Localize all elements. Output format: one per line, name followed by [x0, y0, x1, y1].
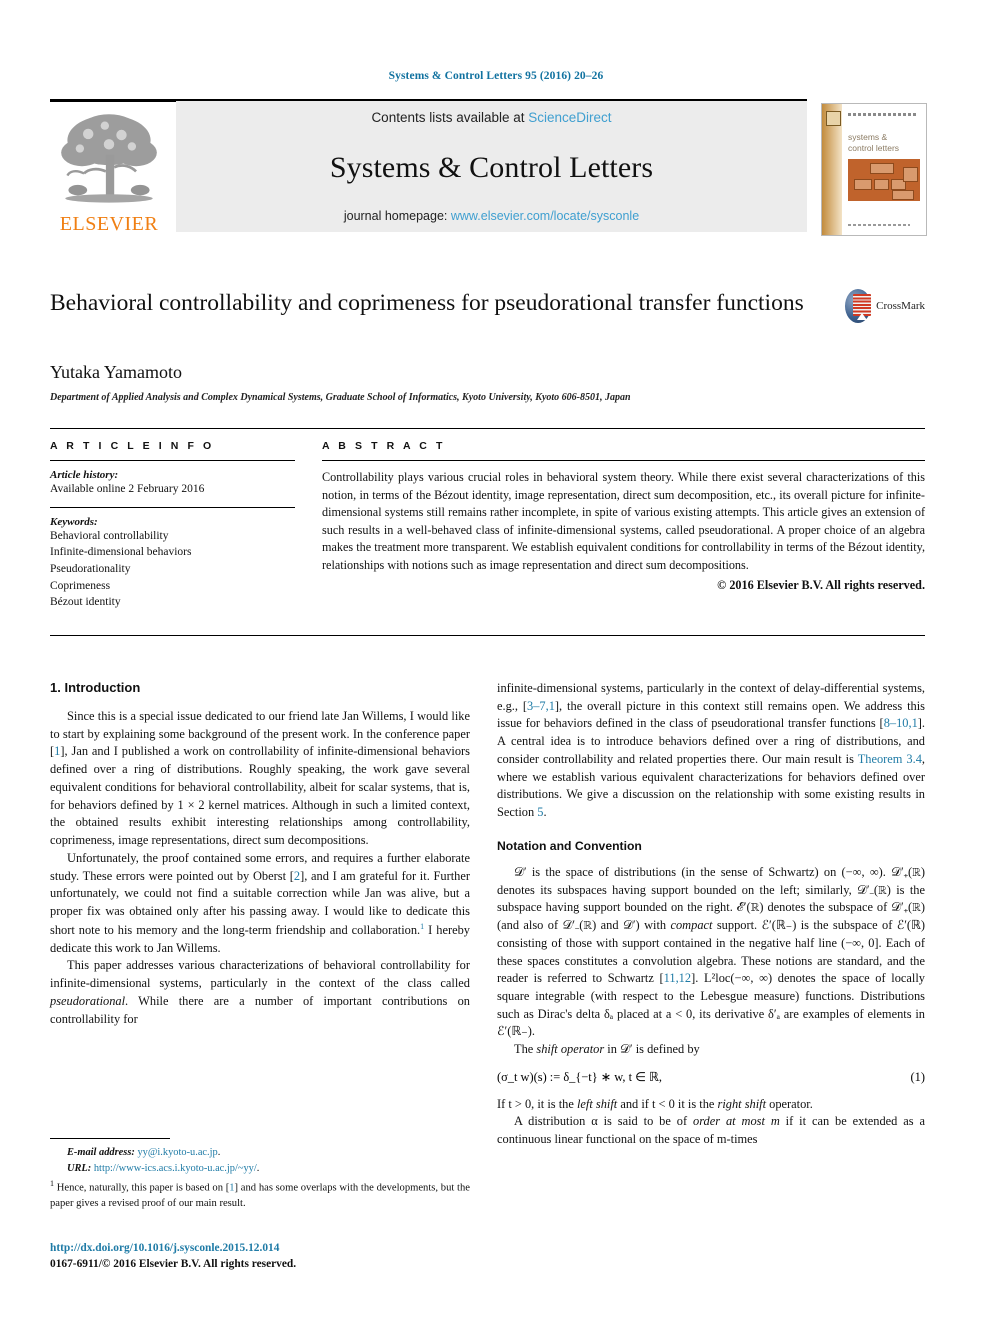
footnote-block: E-mail address: yy@i.kyoto-u.ac.jp. URL:… — [50, 1145, 470, 1211]
page-title: Behavioral controllability and coprimene… — [50, 290, 804, 316]
body-column-right: infinite-dimensional systems, particular… — [497, 680, 925, 1149]
doi-link[interactable]: http://dx.doi.org/10.1016/j.sysconle.201… — [50, 1242, 279, 1254]
citation-ref[interactable]: 8–10,1 — [884, 716, 918, 730]
paragraph-intro-2: Unfortunately, the proof contained some … — [50, 850, 470, 958]
keyword-item: Pseudorationality — [50, 563, 131, 576]
footnote-1: 1 Hence, naturally, this paper is based … — [50, 1178, 470, 1211]
article-history-label: Article history: — [50, 469, 119, 482]
n3-text-c: operator. — [766, 1096, 813, 1111]
equation-1-number: (1) — [910, 1069, 925, 1084]
cover-bottom-rule — [848, 224, 910, 226]
paragraph-notation-4: A distribution α is said to be of order … — [497, 1113, 925, 1148]
url-tail: . — [256, 1162, 260, 1174]
url-link[interactable]: http://www-ics.acs.i.kyoto-u.ac.jp/~yy/ — [94, 1163, 257, 1174]
running-head: Systems & Control Letters 95 (2016) 20–2… — [388, 70, 604, 82]
sciencedirect-link[interactable]: ScienceDirect — [528, 110, 611, 125]
n3-emphasis-2: right shift — [717, 1096, 767, 1111]
footnote-rule — [50, 1138, 170, 1140]
url-label: URL: — [67, 1162, 92, 1174]
n1-emphasis: compact — [670, 918, 713, 933]
cover-publisher-mark — [826, 111, 841, 126]
keyword-item: Bézout identity — [50, 596, 121, 609]
contents-line: Contents lists available at ScienceDirec… — [371, 110, 611, 125]
n4-text-a: A distribution α is said to be of — [514, 1114, 693, 1129]
paragraph-intro-4: infinite-dimensional systems, particular… — [497, 680, 925, 822]
email-label: E-mail address: — [67, 1147, 135, 1158]
n2-text-b: in 𝒟′ is defined by — [604, 1042, 700, 1057]
info-divider-1 — [50, 460, 295, 462]
abstract-copyright: © 2016 Elsevier B.V. All rights reserved… — [717, 577, 925, 592]
crossmark-badge[interactable]: CrossMark — [845, 286, 925, 326]
keywords-label: Keywords: — [50, 515, 98, 528]
abstract-text: Controllability plays various crucial ro… — [322, 470, 925, 572]
email-line: E-mail address: yy@i.kyoto-u.ac.jp. — [67, 1145, 470, 1161]
elsevier-logo: ELSEVIER — [50, 101, 168, 234]
crossmark-icon — [845, 289, 872, 323]
url-line: URL: http://www-ics.acs.i.kyoto-u.ac.jp/… — [67, 1161, 470, 1177]
paragraph-intro-3: This paper addresses various characteriz… — [50, 957, 470, 1028]
body-column-left: 1. Introduction Since this is a special … — [50, 680, 470, 1028]
article-info-column: A R T I C L E I N F O Article history: A… — [50, 440, 295, 611]
paragraph-intro-1: Since this is a special issue dedicated … — [50, 708, 470, 850]
p4-text-b: ], the overall picture in this context s… — [497, 698, 925, 731]
email-link[interactable]: yy@i.kyoto-u.ac.jp — [137, 1147, 217, 1158]
homepage-line: journal homepage: www.elsevier.com/locat… — [344, 209, 639, 223]
paragraph-notation-2: The shift operator in 𝒟′ is defined by — [497, 1041, 925, 1059]
citation-ref[interactable]: 11,12 — [664, 971, 691, 985]
keyword-item: Infinite-dimensional behaviors — [50, 546, 192, 559]
keyword-item: Behavioral controllability — [50, 529, 169, 542]
email-tail: . — [217, 1147, 221, 1158]
elsevier-tree-icon — [61, 114, 157, 203]
n3-text-b: and if t < 0 it is the — [617, 1096, 718, 1111]
keyword-item: Coprimeness — [50, 579, 111, 592]
n3-emphasis-1: left shift — [576, 1096, 618, 1111]
p3-text-a: This paper addresses various characteriz… — [50, 958, 470, 991]
cover-title: systems & control letters — [848, 132, 900, 153]
crossmark-label: CrossMark — [876, 300, 925, 312]
cover-block-diagram — [848, 159, 920, 201]
n4-emphasis: order at most m — [693, 1114, 780, 1129]
homepage-url-link[interactable]: www.elsevier.com/locate/sysconle — [451, 209, 639, 223]
abstract-divider — [322, 460, 925, 462]
journal-cover-thumbnail: systems & control letters — [821, 103, 927, 236]
abstract-column: A B S T R A C T Controllability plays va… — [322, 440, 925, 593]
footnote-1-text-a: Hence, naturally, this paper is based on… — [54, 1182, 230, 1194]
cover-top-rule — [848, 113, 918, 116]
n3-text-a: If t > 0, it is the — [497, 1096, 577, 1111]
homepage-prefix: journal homepage: — [343, 209, 451, 223]
article-history-value: Available online 2 February 2016 — [50, 483, 205, 496]
equation-1-body: (σ_t w)(s) := δ_{−t} ∗ w, t ∈ ℝ, — [497, 1069, 662, 1084]
p3-emphasis: pseudorational — [50, 993, 126, 1008]
section-heading-introduction: 1. Introduction — [50, 680, 141, 695]
author-affiliation: Department of Applied Analysis and Compl… — [50, 392, 631, 403]
n2-emphasis: shift operator — [536, 1042, 605, 1057]
issn-copyright: 0167-6911/© 2016 Elsevier B.V. All right… — [50, 1258, 297, 1270]
author-name: Yutaka Yamamoto — [50, 362, 182, 382]
p1-text-b: ], Jan and I published a work on control… — [50, 744, 470, 848]
article-info-heading: A R T I C L E I N F O — [50, 440, 215, 452]
abstract-bottom-rule — [50, 635, 925, 637]
paper-page: Systems & Control Letters 95 (2016) 20–2… — [0, 0, 992, 1323]
info-divider-2 — [50, 506, 295, 508]
citation-ref[interactable]: 3–7,1 — [527, 699, 555, 713]
elsevier-wordmark: ELSEVIER — [59, 213, 159, 235]
n2-text-a: The — [514, 1042, 537, 1057]
contents-prefix: Contents lists available at — [371, 110, 529, 125]
paragraph-notation-1: 𝒟′ is the space of distributions (in the… — [497, 864, 925, 1041]
section-heading-notation: Notation and Convention — [497, 838, 642, 853]
info-top-rule — [50, 428, 925, 430]
masthead-panel: Contents lists available at ScienceDirec… — [176, 101, 807, 232]
journal-title: Systems & Control Letters — [329, 151, 654, 184]
abstract-heading: A B S T R A C T — [322, 440, 446, 452]
equation-1: (σ_t w)(s) := δ_{−t} ∗ w, t ∈ ℝ, (1) — [497, 1068, 925, 1087]
theorem-link[interactable]: Theorem 3.4 — [858, 752, 922, 766]
journal-masthead: ELSEVIER Contents lists available at Sci… — [50, 101, 807, 234]
p4-text-e: . — [543, 805, 547, 820]
paragraph-notation-3: If t > 0, it is the left shift and if t … — [497, 1096, 925, 1114]
